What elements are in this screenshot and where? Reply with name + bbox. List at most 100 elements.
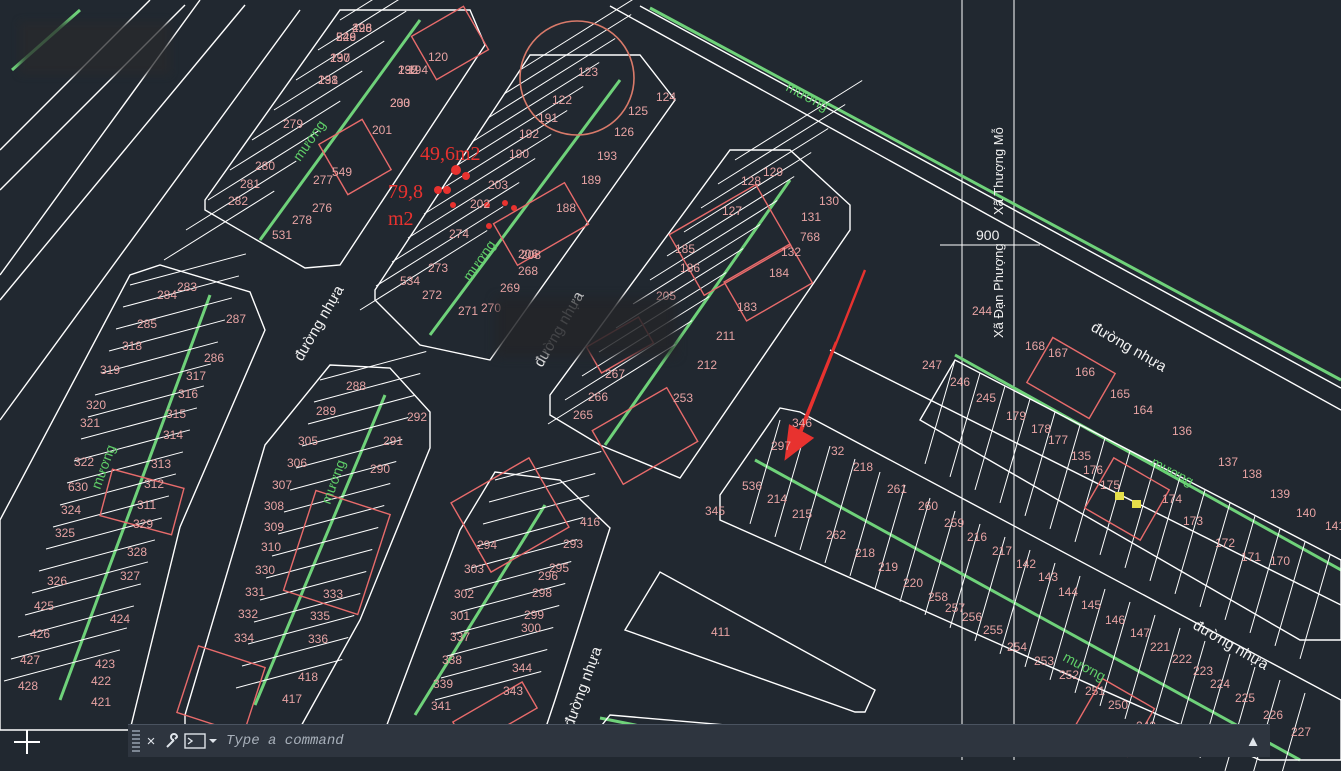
lot-number: 262: [826, 528, 846, 542]
lot-number: 218: [853, 460, 873, 474]
lot-number: 142: [1016, 557, 1036, 571]
command-history-scroll-button[interactable]: ▲: [1242, 729, 1264, 753]
coord-label-900: 900: [976, 227, 1000, 243]
lot-number: 324: [61, 503, 81, 517]
command-input[interactable]: [218, 728, 1242, 754]
lot-number: 139: [1270, 487, 1290, 501]
area-label-79-8: 79,8: [388, 181, 423, 203]
lot-number: 316: [178, 387, 198, 401]
lot-number: 145: [1081, 598, 1101, 612]
lot-number: 284: [157, 288, 177, 302]
road-label: đường nhựa: [1088, 319, 1170, 376]
lot-number: 305: [298, 434, 318, 448]
lot-number: 296: [538, 569, 558, 583]
lot-number: 201: [372, 123, 392, 137]
lot-divider-line: [229, 100, 341, 171]
lot-number: 297: [771, 439, 791, 453]
lot-number: 311: [137, 498, 156, 512]
lot-number: 299: [524, 608, 544, 622]
lot-number: 268: [518, 264, 538, 278]
lot-number: 411: [711, 625, 730, 639]
road-label: đường nhựa: [291, 282, 348, 364]
lot-number: 307: [272, 478, 292, 492]
lot-number: 332: [238, 607, 258, 621]
lot-number: 426: [30, 627, 50, 641]
lot-number: 221: [1150, 640, 1170, 654]
lot-number: 341: [431, 699, 451, 713]
blurred-watermark: [20, 22, 170, 74]
lot-number: 174: [1162, 492, 1182, 506]
lot-number: 536: [742, 479, 762, 493]
lot-number: 329: [133, 517, 153, 531]
lot-number: 188: [556, 201, 576, 215]
lot-number: 273: [428, 261, 448, 275]
lot-number: 768: [800, 230, 820, 244]
lot-number: 173: [1183, 514, 1203, 528]
lot-number: 217: [992, 544, 1012, 558]
lot-number: 424: [110, 612, 130, 626]
lot-number: 293: [563, 537, 583, 551]
lot-number: 327: [120, 569, 140, 583]
lot-number: 531: [272, 228, 292, 242]
lot-number: 334: [234, 631, 254, 645]
command-prompt-icon: [184, 733, 206, 749]
lot-number: 298: [532, 586, 552, 600]
wrench-icon[interactable]: [162, 729, 184, 753]
drag-grip-icon[interactable]: [132, 730, 140, 752]
lot-number: 172: [1215, 536, 1235, 550]
lot-number: 222: [1172, 652, 1192, 666]
cad-drawing-canvas[interactable]: 496 546 197 198 195 200 279 201 280 281 549 277 282 2…: [0, 0, 1341, 771]
lot-number: 294: [477, 538, 497, 552]
lot-number: 230: [330, 51, 350, 65]
lot-number: 212: [697, 358, 717, 372]
lot-number: 313: [151, 457, 171, 471]
lot-number: 428: [18, 679, 38, 693]
lot-number: 272: [422, 288, 442, 302]
lot-number: 218: [855, 546, 875, 560]
lot-number: 301: [450, 609, 470, 623]
lot-number: 250: [1108, 698, 1128, 712]
blurred-watermark: [496, 298, 676, 356]
lot-number: 233: [390, 96, 410, 110]
lot-number: 317: [186, 369, 206, 383]
mueng-strips: [11, 6, 1341, 762]
lot-number: 190: [509, 147, 529, 161]
lot-number: 144: [1058, 585, 1078, 599]
lot-number: 271: [458, 304, 478, 318]
lot-number: 326: [47, 574, 67, 588]
yellow-markers: [1115, 492, 1141, 508]
lot-number: 135: [1071, 449, 1091, 463]
lot-number: 254: [1007, 640, 1027, 654]
area-label-49-6: 49,6m2: [420, 143, 481, 165]
command-prompt-button[interactable]: [184, 733, 218, 749]
lot-number: 175: [1100, 478, 1120, 492]
lot-number: 261: [887, 482, 907, 496]
ucs-crosshair-icon: [14, 730, 40, 754]
lot-number: 279: [283, 117, 303, 131]
lot-number: 192: [519, 127, 539, 141]
lot-number: 283: [177, 280, 197, 294]
lot-number: 216: [967, 530, 987, 544]
lot-number: 32: [831, 444, 845, 458]
lot-number: 126: [614, 125, 634, 139]
road-label: đường nhựa: [561, 644, 606, 729]
lot-number: 346: [792, 416, 812, 430]
lot-number: 138: [1242, 467, 1262, 481]
lot-number: 244: [972, 304, 992, 318]
lot-divider-line: [115, 297, 233, 330]
lot-number: 328: [127, 545, 147, 559]
lot-number: 302: [454, 587, 474, 601]
close-icon[interactable]: ×: [140, 729, 162, 753]
lot-number: 123: [578, 65, 598, 79]
lot-number: 281: [240, 177, 260, 191]
block-outlines: [0, 9, 1341, 761]
lot-number: 203: [488, 178, 508, 192]
lot-number: 129: [763, 165, 783, 179]
lot-number: 143: [1038, 570, 1058, 584]
lot-number: 260: [918, 499, 938, 513]
lot-number: 325: [55, 526, 75, 540]
lot-number: 333: [323, 587, 343, 601]
lot-number: 136: [1172, 424, 1192, 438]
lot-number: 418: [298, 670, 318, 684]
lot-number: 339: [433, 677, 453, 691]
